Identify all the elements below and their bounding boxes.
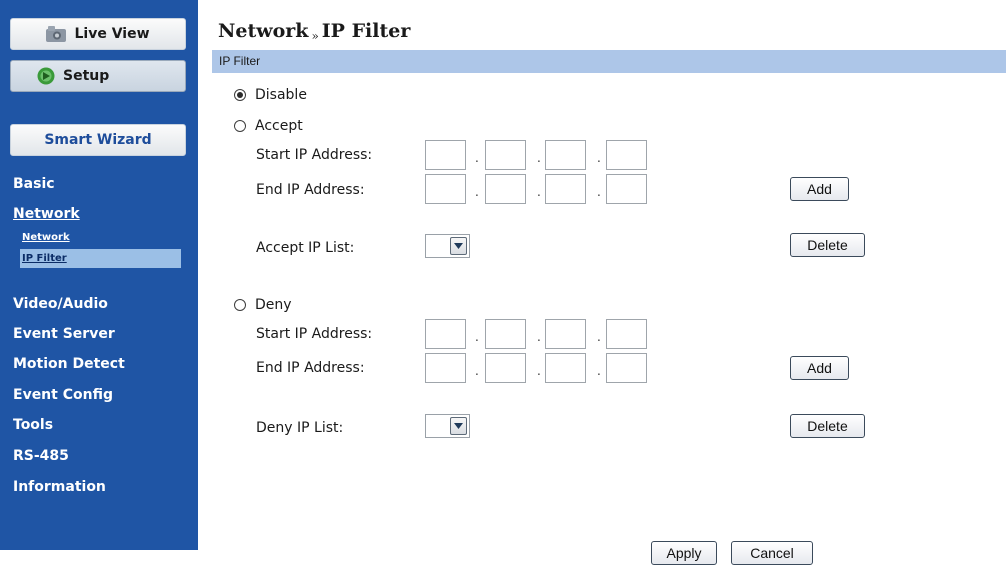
accept-end-ip-octet-3[interactable] <box>545 174 586 204</box>
chevron-down-icon[interactable] <box>450 417 467 435</box>
menu-event-config[interactable]: Event Config <box>13 387 113 403</box>
menu-tools[interactable]: Tools <box>13 417 53 433</box>
deny-end-ip-label: End IP Address: <box>256 360 365 376</box>
radio-deny[interactable]: Deny <box>234 297 292 313</box>
deny-delete-button[interactable]: Delete <box>790 414 865 438</box>
menu-event-server[interactable]: Event Server <box>13 326 115 342</box>
live-view-label: Live View <box>74 26 150 42</box>
gear-icon <box>37 67 55 85</box>
sidebar: Live View Setup Smart Wizard Basic Netwo… <box>0 0 198 550</box>
ip-dot: . <box>537 185 541 199</box>
deny-end-ip-octet-2[interactable] <box>485 353 526 383</box>
accept-start-ip-octet-1[interactable] <box>425 140 466 170</box>
accept-end-ip-label: End IP Address: <box>256 182 365 198</box>
radio-disable-button[interactable] <box>234 89 246 101</box>
radio-disable-label: Disable <box>255 87 307 103</box>
chevron-down-icon[interactable] <box>450 237 467 255</box>
ip-dot: . <box>597 330 601 344</box>
video-camera-icon <box>46 26 67 42</box>
menu-basic[interactable]: Basic <box>13 176 55 192</box>
ip-dot: . <box>475 364 479 378</box>
deny-end-ip-octet-4[interactable] <box>606 353 647 383</box>
live-view-button[interactable]: Live View <box>10 18 186 50</box>
ip-dot: . <box>537 151 541 165</box>
setup-label: Setup <box>63 68 110 84</box>
smart-wizard-button[interactable]: Smart Wizard <box>10 124 186 156</box>
page-title-page: IP Filter <box>321 20 411 42</box>
accept-start-ip-octet-2[interactable] <box>485 140 526 170</box>
ip-dot: . <box>475 185 479 199</box>
section-header-label: IP Filter <box>219 54 261 68</box>
accept-start-ip-octet-4[interactable] <box>606 140 647 170</box>
title-separator: » <box>311 29 319 43</box>
ip-dot: . <box>597 151 601 165</box>
menu-motion-detect[interactable]: Motion Detect <box>13 356 125 372</box>
radio-accept-button[interactable] <box>234 120 246 132</box>
ip-dot: . <box>475 151 479 165</box>
radio-disable[interactable]: Disable <box>234 87 307 103</box>
accept-delete-button[interactable]: Delete <box>790 233 865 257</box>
smart-wizard-label: Smart Wizard <box>44 132 152 148</box>
deny-ip-list-select[interactable] <box>425 414 470 438</box>
setup-button[interactable]: Setup <box>10 60 186 92</box>
menu-rs485[interactable]: RS-485 <box>13 448 69 464</box>
ip-dot: . <box>537 364 541 378</box>
deny-start-ip-octet-2[interactable] <box>485 319 526 349</box>
page-title-section: Network <box>218 20 309 42</box>
ip-dot: . <box>597 364 601 378</box>
accept-end-ip-octet-1[interactable] <box>425 174 466 204</box>
radio-deny-label: Deny <box>255 297 292 313</box>
menu-information[interactable]: Information <box>13 479 106 495</box>
deny-add-button[interactable]: Add <box>790 356 849 380</box>
apply-button[interactable]: Apply <box>651 541 717 565</box>
accept-start-ip-label: Start IP Address: <box>256 147 373 163</box>
accept-end-ip-octet-2[interactable] <box>485 174 526 204</box>
deny-end-ip-octet-1[interactable] <box>425 353 466 383</box>
ip-dot: . <box>537 330 541 344</box>
radio-accept[interactable]: Accept <box>234 118 303 134</box>
deny-start-ip-octet-1[interactable] <box>425 319 466 349</box>
accept-end-ip-octet-4[interactable] <box>606 174 647 204</box>
ip-dot: . <box>597 185 601 199</box>
deny-start-ip-octet-4[interactable] <box>606 319 647 349</box>
accept-add-button[interactable]: Add <box>790 177 849 201</box>
section-header-bar <box>212 50 1006 73</box>
deny-end-ip-octet-3[interactable] <box>545 353 586 383</box>
page-title: Network» IP Filter <box>218 20 410 43</box>
cancel-button[interactable]: Cancel <box>731 541 813 565</box>
submenu-ip-filter[interactable]: IP Filter <box>22 253 67 264</box>
menu-network[interactable]: Network <box>13 206 80 222</box>
ip-dot: . <box>475 330 479 344</box>
accept-ip-list-select[interactable] <box>425 234 470 258</box>
radio-accept-label: Accept <box>255 118 303 134</box>
menu-video-audio[interactable]: Video/Audio <box>13 296 108 312</box>
deny-start-ip-octet-3[interactable] <box>545 319 586 349</box>
radio-deny-button[interactable] <box>234 299 246 311</box>
submenu-network[interactable]: Network <box>22 232 70 243</box>
deny-ip-list-label: Deny IP List: <box>256 420 344 436</box>
accept-start-ip-octet-3[interactable] <box>545 140 586 170</box>
accept-ip-list-label: Accept IP List: <box>256 240 355 256</box>
deny-start-ip-label: Start IP Address: <box>256 326 373 342</box>
